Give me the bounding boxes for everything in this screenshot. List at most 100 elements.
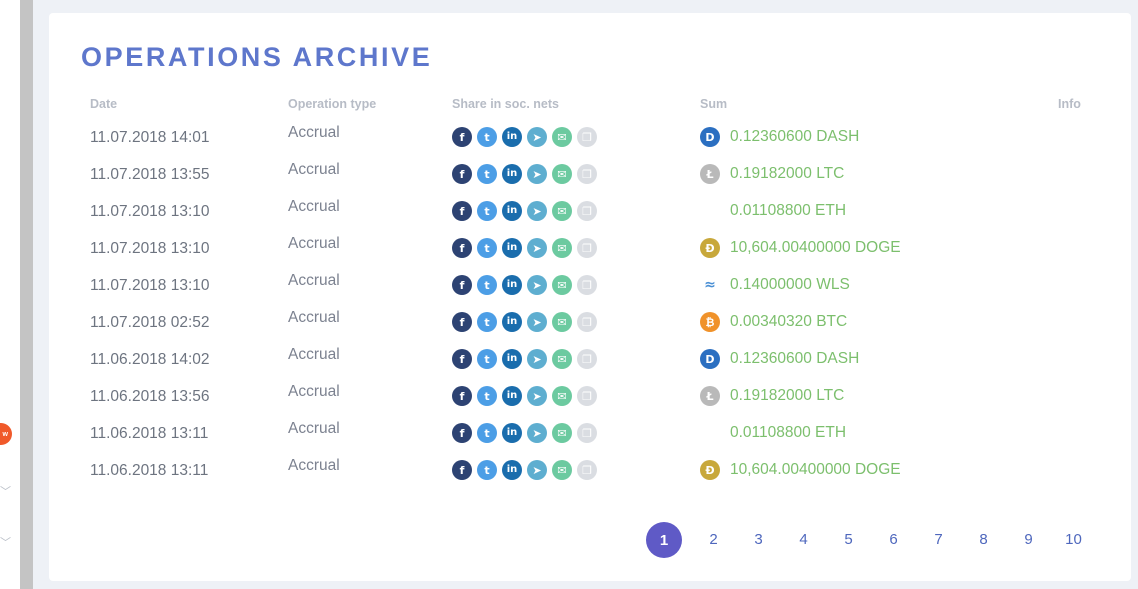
- table-row: 11.07.2018 13:10 Accrual f t in ➤ ✉ ❐ ◆ 0.0110880…: [49, 198, 1131, 235]
- operation-type: Accrual: [288, 420, 340, 437]
- facebook-icon[interactable]: f: [452, 349, 472, 369]
- facebook-icon[interactable]: f: [452, 312, 472, 332]
- linkedin-icon[interactable]: in: [502, 423, 522, 443]
- linkedin-icon[interactable]: in: [502, 127, 522, 147]
- email-icon[interactable]: ✉: [552, 386, 572, 406]
- page-5-button[interactable]: 5: [826, 522, 871, 557]
- table-row: 11.06.2018 13:11 Accrual f t in ➤ ✉ ❐ Đ 10,604.00…: [49, 457, 1131, 494]
- linkedin-icon[interactable]: in: [502, 312, 522, 332]
- new-badge-icon[interactable]: w: [0, 423, 12, 445]
- copy-icon[interactable]: ❐: [577, 349, 597, 369]
- telegram-icon[interactable]: ➤: [527, 386, 547, 406]
- telegram-icon[interactable]: ➤: [527, 127, 547, 147]
- operation-sum: 0.19182000 LTC: [730, 165, 845, 182]
- table-row: 11.07.2018 13:55 Accrual f t in ➤ ✉ ❐ Ł 0.1918200…: [49, 161, 1131, 198]
- operation-date: 11.06.2018 13:11: [90, 425, 209, 442]
- twitter-icon[interactable]: t: [477, 349, 497, 369]
- linkedin-icon[interactable]: in: [502, 349, 522, 369]
- operation-type: Accrual: [288, 383, 340, 400]
- telegram-icon[interactable]: ➤: [527, 275, 547, 295]
- twitter-icon[interactable]: t: [477, 164, 497, 184]
- facebook-icon[interactable]: f: [452, 164, 472, 184]
- email-icon[interactable]: ✉: [552, 460, 572, 480]
- copy-icon[interactable]: ❐: [577, 238, 597, 258]
- page-1-button[interactable]: 1: [646, 522, 682, 558]
- linkedin-icon[interactable]: in: [502, 275, 522, 295]
- operation-date: 11.07.2018 13:10: [90, 277, 210, 294]
- page-10-button[interactable]: 10: [1051, 522, 1096, 557]
- column-header-date: Date: [90, 97, 118, 111]
- copy-icon[interactable]: ❐: [577, 460, 597, 480]
- table-row: 11.06.2018 13:11 Accrual f t in ➤ ✉ ❐ ◆ 0.0110880…: [49, 420, 1131, 457]
- operation-sum: 0.00340320 BTC: [730, 313, 848, 330]
- email-icon[interactable]: ✉: [552, 349, 572, 369]
- telegram-icon[interactable]: ➤: [527, 460, 547, 480]
- chevron-down-icon[interactable]: ﹀: [0, 537, 12, 549]
- twitter-icon[interactable]: t: [477, 275, 497, 295]
- linkedin-icon[interactable]: in: [502, 238, 522, 258]
- twitter-icon[interactable]: t: [477, 312, 497, 332]
- operation-sum: 0.14000000 WLS: [730, 276, 850, 293]
- operation-sum: 0.19182000 LTC: [730, 387, 845, 404]
- twitter-icon[interactable]: t: [477, 238, 497, 258]
- linkedin-icon[interactable]: in: [502, 386, 522, 406]
- page-3-button[interactable]: 3: [736, 522, 781, 557]
- share-buttons: f t in ➤ ✉ ❐: [452, 423, 597, 443]
- email-icon[interactable]: ✉: [552, 127, 572, 147]
- email-icon[interactable]: ✉: [552, 275, 572, 295]
- facebook-icon[interactable]: f: [452, 238, 472, 258]
- linkedin-icon[interactable]: in: [502, 164, 522, 184]
- facebook-icon[interactable]: f: [452, 423, 472, 443]
- page-7-button[interactable]: 7: [916, 522, 961, 557]
- copy-icon[interactable]: ❐: [577, 386, 597, 406]
- page-2-button[interactable]: 2: [691, 522, 736, 557]
- facebook-icon[interactable]: f: [452, 201, 472, 221]
- email-icon[interactable]: ✉: [552, 238, 572, 258]
- email-icon[interactable]: ✉: [552, 423, 572, 443]
- chevron-down-icon[interactable]: ﹀: [0, 486, 12, 498]
- facebook-icon[interactable]: f: [452, 275, 472, 295]
- linkedin-icon[interactable]: in: [502, 460, 522, 480]
- email-icon[interactable]: ✉: [552, 312, 572, 332]
- copy-icon[interactable]: ❐: [577, 423, 597, 443]
- page-8-button[interactable]: 8: [961, 522, 1006, 557]
- email-icon[interactable]: ✉: [552, 201, 572, 221]
- twitter-icon[interactable]: t: [477, 423, 497, 443]
- telegram-icon[interactable]: ➤: [527, 423, 547, 443]
- facebook-icon[interactable]: f: [452, 386, 472, 406]
- operation-date: 11.07.2018 02:52: [90, 314, 210, 331]
- copy-icon[interactable]: ❐: [577, 164, 597, 184]
- share-buttons: f t in ➤ ✉ ❐: [452, 238, 597, 258]
- linkedin-icon[interactable]: in: [502, 201, 522, 221]
- copy-icon[interactable]: ❐: [577, 127, 597, 147]
- copy-icon[interactable]: ❐: [577, 275, 597, 295]
- ltc-coin-icon: Ł: [700, 386, 720, 406]
- column-header-share: Share in soc. nets: [452, 97, 559, 111]
- facebook-icon[interactable]: f: [452, 460, 472, 480]
- twitter-icon[interactable]: t: [477, 201, 497, 221]
- page-4-button[interactable]: 4: [781, 522, 826, 557]
- twitter-icon[interactable]: t: [477, 460, 497, 480]
- page-6-button[interactable]: 6: [871, 522, 916, 557]
- share-buttons: f t in ➤ ✉ ❐: [452, 386, 597, 406]
- operation-type: Accrual: [288, 235, 340, 252]
- telegram-icon[interactable]: ➤: [527, 349, 547, 369]
- telegram-icon[interactable]: ➤: [527, 164, 547, 184]
- table-row: 11.06.2018 14:02 Accrual f t in ➤ ✉ ❐ D 0.1236060…: [49, 346, 1131, 383]
- copy-icon[interactable]: ❐: [577, 312, 597, 332]
- email-icon[interactable]: ✉: [552, 164, 572, 184]
- facebook-icon[interactable]: f: [452, 127, 472, 147]
- share-buttons: f t in ➤ ✉ ❐: [452, 460, 597, 480]
- twitter-icon[interactable]: t: [477, 386, 497, 406]
- sidebar-scrollbar[interactable]: [20, 0, 33, 589]
- operation-date: 11.07.2018 13:10: [90, 203, 210, 220]
- table-row: 11.06.2018 13:56 Accrual f t in ➤ ✉ ❐ Ł 0.1918200…: [49, 383, 1131, 420]
- copy-icon[interactable]: ❐: [577, 201, 597, 221]
- telegram-icon[interactable]: ➤: [527, 238, 547, 258]
- telegram-icon[interactable]: ➤: [527, 312, 547, 332]
- telegram-icon[interactable]: ➤: [527, 201, 547, 221]
- twitter-icon[interactable]: t: [477, 127, 497, 147]
- operation-date: 11.07.2018 14:01: [90, 129, 210, 146]
- page-9-button[interactable]: 9: [1006, 522, 1051, 557]
- eth-coin-icon: ◆: [705, 204, 715, 218]
